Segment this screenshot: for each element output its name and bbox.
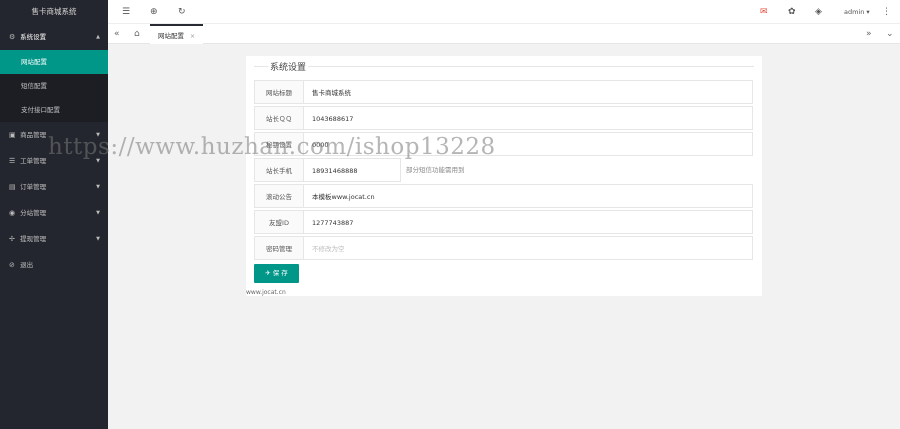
field-label: 站长手机 — [254, 158, 304, 182]
tab-site-config[interactable]: 网站配置 × — [150, 24, 204, 44]
tab-label: 网站配置 — [158, 32, 184, 40]
tabs-prev-icon[interactable]: « — [114, 24, 120, 44]
top-header: ☰ ⊕ ↻ ✉ ✿ ◈ admin ▾ ⋮ — [108, 0, 900, 24]
menu-label: 工单管理 — [20, 157, 47, 165]
watermark-text: https://www.huzhan.com/ishop13228 — [48, 134, 496, 160]
close-icon[interactable]: × — [190, 33, 195, 40]
form-row-umeng: 友盟ID 1277743887 — [254, 210, 753, 234]
form-row-notice: 滚动公告 本模板www.jocat.cn — [254, 184, 753, 208]
admin-menu[interactable]: admin ▾ — [844, 0, 870, 24]
chevron-down-icon: ▼ — [96, 184, 100, 190]
submenu-item-sms-config[interactable]: 短信配置 — [0, 74, 108, 98]
field-label: 网站标题 — [254, 80, 304, 104]
globe-icon[interactable]: ⊕ — [150, 0, 158, 24]
gear-icon: ⚙ — [9, 33, 16, 41]
menu-label: 分站管理 — [20, 209, 47, 217]
qq-input[interactable]: 1043688617 — [304, 106, 753, 130]
menu-label: 商品管理 — [20, 131, 47, 139]
menu-item-system-settings[interactable]: ⚙ 系统设置 ▲ — [0, 24, 108, 50]
submenu-item-site-config[interactable]: 网站配置 — [0, 50, 108, 74]
chevron-up-icon: ▲ — [96, 34, 100, 40]
menu-item-logout[interactable]: ⊘ 退出 — [0, 252, 108, 278]
chevron-down-icon: ▼ — [96, 210, 100, 216]
form-row-password: 密码管理 不修改为空 — [254, 236, 753, 260]
notice-icon[interactable]: ✉ — [760, 0, 768, 24]
tag-icon[interactable]: ◈ — [815, 0, 822, 24]
ticket-icon: ☰ — [9, 157, 16, 165]
menu-item-orders[interactable]: ▤ 订单管理 ▼ — [0, 174, 108, 200]
menu-label: 订单管理 — [20, 183, 47, 191]
logout-icon: ⊘ — [9, 261, 15, 269]
phone-hint: 部分短信功能需用到 — [406, 166, 465, 174]
form-row-site-title: 网站标题 售卡商城系统 — [254, 80, 753, 104]
app-logo: 售卡商城系统 — [31, 7, 77, 16]
menu-label: 系统设置 — [20, 33, 47, 41]
chevron-down-icon[interactable]: ⌄ — [886, 24, 894, 44]
order-icon: ▤ — [9, 183, 16, 191]
phone-input[interactable]: 18931468888 — [304, 158, 401, 182]
password-input[interactable]: 不修改为空 — [304, 236, 753, 260]
umeng-id-input[interactable]: 1277743887 — [304, 210, 753, 234]
withdraw-icon: ✢ — [9, 235, 15, 243]
form-row-phone: 站长手机 18931468888 部分短信功能需用到 — [254, 158, 753, 182]
menu-label: 提现管理 — [20, 235, 47, 243]
tabs-bar: « ⌂ 网站配置 × » ⌄ — [108, 24, 900, 44]
submenu-item-payment-config[interactable]: 支付接口配置 — [0, 98, 108, 122]
footer-link[interactable]: www.jocat.cn — [246, 289, 286, 296]
menu-item-substations[interactable]: ◉ 分站管理 ▼ — [0, 200, 108, 226]
notice-input[interactable]: 本模板www.jocat.cn — [304, 184, 753, 208]
field-label: 站长ＱＱ — [254, 106, 304, 130]
menu-toggle-icon[interactable]: ☰ — [122, 0, 130, 24]
menu-label: 退出 — [20, 261, 34, 269]
form-row-qq: 站长ＱＱ 1043688617 — [254, 106, 753, 130]
refresh-icon[interactable]: ↻ — [178, 0, 186, 24]
theme-icon[interactable]: ✿ — [788, 0, 796, 24]
chevron-down-icon: ▼ — [96, 236, 100, 242]
goods-icon: ▣ — [9, 131, 16, 139]
save-button[interactable]: ✈ 保 存 — [254, 264, 299, 283]
home-icon[interactable]: ⌂ — [134, 24, 140, 44]
page-title: 系统设置 — [268, 60, 309, 73]
share-icon: ◉ — [9, 209, 16, 217]
settings-card: 系统设置 网站标题 售卡商城系统 站长ＱＱ 1043688617 秘钥设置 00… — [246, 56, 762, 296]
field-label: 滚动公告 — [254, 184, 304, 208]
menu-item-withdraw[interactable]: ✢ 提现管理 ▼ — [0, 226, 108, 252]
site-title-input[interactable]: 售卡商城系统 — [304, 80, 753, 104]
system-submenu: 网站配置 短信配置 支付接口配置 — [0, 50, 108, 122]
sidebar: 售卡商城系统 ⚙ 系统设置 ▲ 网站配置 短信配置 支付接口配置 ▣ 商品管理 … — [0, 0, 108, 429]
divider — [254, 66, 754, 67]
tabs-next-icon[interactable]: » — [866, 24, 872, 44]
more-icon[interactable]: ⋮ — [882, 0, 891, 24]
field-label: 友盟ID — [254, 210, 304, 234]
field-label: 密码管理 — [254, 236, 304, 260]
